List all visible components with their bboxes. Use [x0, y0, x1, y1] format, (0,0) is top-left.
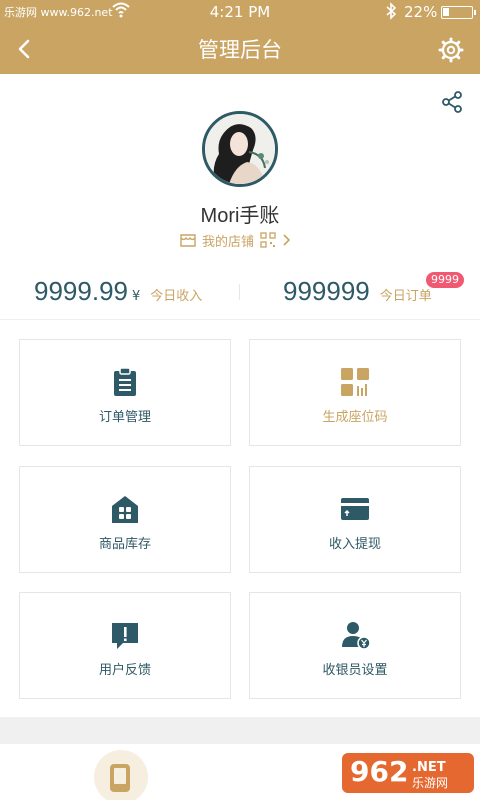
logo-cn-text: 乐游网: [412, 776, 448, 790]
menu-item-label: 订单管理: [98, 410, 151, 425]
phone-icon: [110, 764, 130, 792]
logo-net-text: .NET: [412, 760, 446, 775]
orders-stat[interactable]: 999999 今日订单: [283, 276, 432, 307]
menu-item-label: 用户反馈: [98, 663, 151, 678]
avatar-portrait-icon: [205, 114, 275, 184]
section-divider: [0, 717, 480, 744]
orders-label: 今日订单: [379, 289, 432, 304]
menu-item-user-feedback[interactable]: 用户反馈: [19, 592, 231, 699]
battery-percent: 22%: [404, 3, 438, 21]
menu-item-generate-seat-code[interactable]: 生成座位码: [249, 339, 461, 446]
top-header: 乐游网 www.962.net 4:21 PM 22% 管理后台: [0, 0, 480, 74]
income-label: 今日收入: [150, 289, 203, 304]
store-icon: [112, 496, 138, 523]
page-title: 管理后台: [198, 39, 282, 62]
avatar[interactable]: [202, 111, 278, 187]
menu-grid: 订单管理 生成座位码 商品库存 收入提现 用户反馈 收银员设置: [0, 322, 480, 717]
menu-item-label: 收银员设置: [322, 663, 388, 678]
tab-home[interactable]: [94, 750, 148, 800]
clipboard-icon: [114, 367, 136, 396]
orders-value: 999999: [283, 276, 370, 306]
shop-name: Mori手账: [200, 205, 280, 227]
stats-row: 9999.99 ¥ 今日收入 999999 今日订单: [0, 262, 480, 320]
income-currency: ¥: [131, 289, 141, 304]
qrcode-icon: [260, 232, 276, 248]
menu-item-order-management[interactable]: 订单管理: [19, 339, 231, 446]
my-shop-label: 我的店铺: [202, 234, 255, 250]
cashier-user-icon: [342, 622, 371, 650]
stats-divider: [239, 284, 240, 300]
menu-item-product-inventory[interactable]: 商品库存: [19, 466, 231, 573]
nav-bar: 管理后台: [0, 24, 480, 74]
watermark-logo: 962 .NET 乐游网: [342, 753, 474, 793]
battery-fill: [443, 8, 449, 16]
logo-962-text: 962: [350, 755, 408, 788]
card-icon: [341, 498, 369, 520]
qrcode-icon: [341, 368, 369, 396]
income-stat[interactable]: 9999.99 ¥ 今日收入: [34, 276, 202, 307]
menu-item-income-withdrawal[interactable]: 收入提现: [249, 466, 461, 573]
orders-badge: 9999: [426, 272, 464, 288]
shop-icon: [180, 234, 196, 247]
menu-item-label: 商品库存: [98, 537, 151, 552]
bluetooth-icon: [386, 2, 397, 20]
share-icon[interactable]: [440, 90, 464, 114]
my-shop-link[interactable]: 我的店铺: [180, 231, 291, 250]
income-value: 9999.99: [34, 276, 128, 306]
status-bar: 乐游网 www.962.net 4:21 PM 22%: [0, 0, 480, 24]
settings-gear-icon[interactable]: [437, 36, 465, 64]
menu-item-label: 生成座位码: [322, 410, 388, 425]
feedback-icon: [112, 623, 138, 649]
chevron-right-icon: [283, 234, 291, 246]
menu-item-label: 收入提现: [328, 537, 381, 552]
battery-icon: [441, 6, 476, 19]
menu-item-cashier-settings[interactable]: 收银员设置: [249, 592, 461, 699]
